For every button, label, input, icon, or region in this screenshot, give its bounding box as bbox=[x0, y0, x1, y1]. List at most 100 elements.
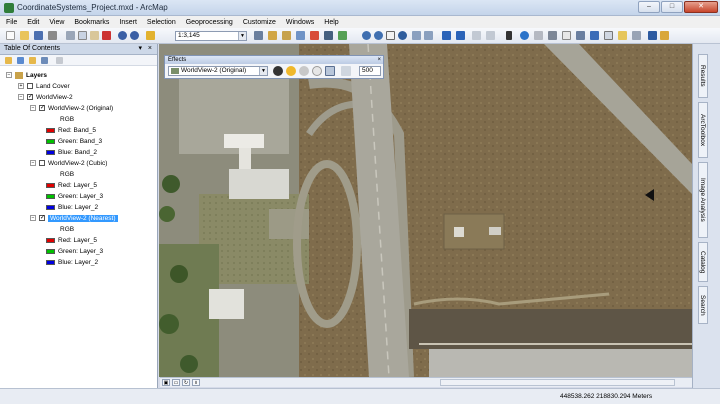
zoom-out-icon[interactable] bbox=[374, 31, 383, 40]
visibility-checkbox[interactable] bbox=[39, 160, 45, 167]
table-of-contents-icon[interactable] bbox=[268, 31, 277, 40]
create-viewer-window-icon[interactable] bbox=[632, 31, 641, 40]
list-by-drawing-order-icon[interactable] bbox=[5, 57, 12, 64]
close-icon[interactable]: × bbox=[377, 56, 381, 64]
find-route-icon[interactable] bbox=[548, 31, 557, 40]
editor-toolbar-icon[interactable] bbox=[254, 31, 263, 40]
menu-view[interactable]: View bbox=[49, 19, 64, 26]
refresh-icon[interactable]: ↻ bbox=[182, 379, 190, 386]
tree-row-worldview-cubic[interactable]: − WorldView-2 (Cubic) bbox=[30, 159, 107, 169]
menu-windows[interactable]: Windows bbox=[286, 19, 314, 26]
tree-row-worldview-original[interactable]: − ✓ WorldView-2 (Original) bbox=[30, 104, 113, 114]
menu-geoprocessing[interactable]: Geoprocessing bbox=[186, 19, 233, 26]
select-elements-icon[interactable] bbox=[506, 31, 512, 40]
paste-icon[interactable] bbox=[90, 31, 99, 40]
chevron-down-icon[interactable]: ▼ bbox=[238, 32, 246, 40]
visibility-checkbox[interactable]: ✓ bbox=[39, 215, 45, 222]
collapse-icon[interactable]: − bbox=[30, 105, 36, 112]
list-by-selection-icon[interactable] bbox=[41, 57, 48, 64]
layout-view-icon[interactable]: ▭ bbox=[172, 379, 180, 386]
map-view[interactable] bbox=[159, 44, 692, 377]
menu-customize[interactable]: Customize bbox=[243, 19, 276, 26]
python-window-icon[interactable] bbox=[324, 31, 333, 40]
list-by-source-icon[interactable] bbox=[17, 57, 24, 64]
menu-help[interactable]: Help bbox=[324, 19, 338, 26]
menu-file[interactable]: File bbox=[6, 19, 17, 26]
flicker-layer-icon[interactable] bbox=[325, 66, 335, 76]
effects-layer-select[interactable]: WorldView-2 (Original) ▼ bbox=[168, 66, 268, 76]
clear-selection-icon[interactable] bbox=[486, 31, 495, 40]
horizontal-scrollbar[interactable] bbox=[440, 379, 675, 386]
full-extent-icon[interactable] bbox=[398, 31, 407, 40]
search-window-icon[interactable] bbox=[296, 31, 305, 40]
dock-tab-image-analysis[interactable]: Image Analysis bbox=[698, 162, 708, 238]
forward-extent-icon[interactable] bbox=[456, 31, 465, 40]
visibility-checkbox[interactable]: ✓ bbox=[27, 94, 33, 101]
collapse-icon[interactable]: − bbox=[6, 72, 12, 79]
save-icon[interactable] bbox=[34, 31, 43, 40]
brightness-icon[interactable] bbox=[286, 66, 296, 76]
measure-icon[interactable] bbox=[576, 31, 585, 40]
hyperlink-icon[interactable] bbox=[590, 31, 599, 40]
go-to-xy-icon[interactable] bbox=[562, 31, 571, 40]
add-data-icon[interactable] bbox=[146, 31, 155, 40]
time-slider-icon[interactable] bbox=[618, 31, 627, 40]
cut-icon[interactable] bbox=[66, 31, 75, 40]
html-popup-icon[interactable] bbox=[604, 31, 613, 40]
dock-tab-arctoolbox[interactable]: ArcToolbox bbox=[698, 102, 708, 158]
modelbuilder-icon[interactable] bbox=[338, 31, 347, 40]
options-icon[interactable] bbox=[56, 57, 63, 64]
menu-selection[interactable]: Selection bbox=[147, 19, 176, 26]
dock-tab-search[interactable]: Search bbox=[698, 286, 708, 324]
tree-row-land-cover[interactable]: + Land Cover bbox=[18, 82, 70, 92]
list-by-visibility-icon[interactable] bbox=[29, 57, 36, 64]
find-icon[interactable] bbox=[534, 31, 543, 40]
redo-icon[interactable] bbox=[130, 31, 139, 40]
arctoolbox-icon[interactable] bbox=[310, 31, 319, 40]
contrast-icon[interactable] bbox=[273, 66, 283, 76]
catalog-window-icon[interactable] bbox=[282, 31, 291, 40]
open-folder-icon[interactable] bbox=[20, 31, 29, 40]
visibility-checkbox[interactable]: ✓ bbox=[39, 105, 45, 112]
copy-icon[interactable] bbox=[78, 31, 87, 40]
menu-bookmarks[interactable]: Bookmarks bbox=[74, 19, 109, 26]
undo-icon[interactable] bbox=[118, 31, 127, 40]
dock-tab-results[interactable]: Results bbox=[698, 54, 708, 98]
flicker-rate-input[interactable]: 500 bbox=[359, 66, 381, 76]
transparency-icon[interactable] bbox=[299, 66, 309, 76]
tree-row-worldview-group[interactable]: − ✓ WorldView-2 bbox=[18, 93, 73, 103]
minimize-button[interactable]: – bbox=[638, 1, 660, 13]
pan-icon[interactable] bbox=[386, 31, 395, 40]
collapse-icon[interactable]: − bbox=[18, 94, 24, 101]
menu-insert[interactable]: Insert bbox=[119, 19, 137, 26]
swipe-layer-icon[interactable] bbox=[312, 66, 322, 76]
effects-toolbar-header[interactable]: Effects × bbox=[165, 56, 383, 64]
collapse-icon[interactable]: − bbox=[30, 215, 36, 222]
chevron-down-icon[interactable]: ▼ bbox=[259, 67, 267, 75]
print-icon[interactable] bbox=[48, 31, 57, 40]
effects-toolbar-icon[interactable] bbox=[648, 31, 657, 40]
render-type-label: RGB bbox=[60, 226, 75, 233]
toc-window-buttons[interactable]: ▾ × bbox=[138, 44, 154, 54]
maximize-button[interactable]: □ bbox=[661, 1, 683, 13]
map-scale-input[interactable]: 1:3,145 ▼ bbox=[175, 31, 247, 41]
fixed-zoom-in-icon[interactable] bbox=[412, 31, 421, 40]
collapse-icon[interactable]: − bbox=[30, 160, 36, 167]
pause-drawing-icon[interactable]: ॥ bbox=[192, 379, 200, 386]
visibility-checkbox[interactable] bbox=[27, 83, 33, 90]
zoom-in-icon[interactable] bbox=[362, 31, 371, 40]
tree-row-worldview-nearest[interactable]: − ✓ WorldView-2 (Nearest) bbox=[30, 214, 118, 224]
back-extent-icon[interactable] bbox=[442, 31, 451, 40]
tree-row-layers[interactable]: − Layers bbox=[6, 71, 47, 81]
dock-tab-catalog[interactable]: Catalog bbox=[698, 242, 708, 282]
new-document-icon[interactable] bbox=[6, 31, 15, 40]
identify-icon[interactable] bbox=[520, 31, 529, 40]
select-features-icon[interactable] bbox=[472, 31, 481, 40]
delete-icon[interactable] bbox=[102, 31, 111, 40]
effects-swipe-icon[interactable] bbox=[660, 31, 669, 40]
close-button[interactable]: ✕ bbox=[684, 1, 718, 13]
expand-icon[interactable]: + bbox=[18, 83, 24, 90]
data-view-icon[interactable]: ▣ bbox=[162, 379, 170, 386]
menu-edit[interactable]: Edit bbox=[27, 19, 39, 26]
fixed-zoom-out-icon[interactable] bbox=[424, 31, 433, 40]
